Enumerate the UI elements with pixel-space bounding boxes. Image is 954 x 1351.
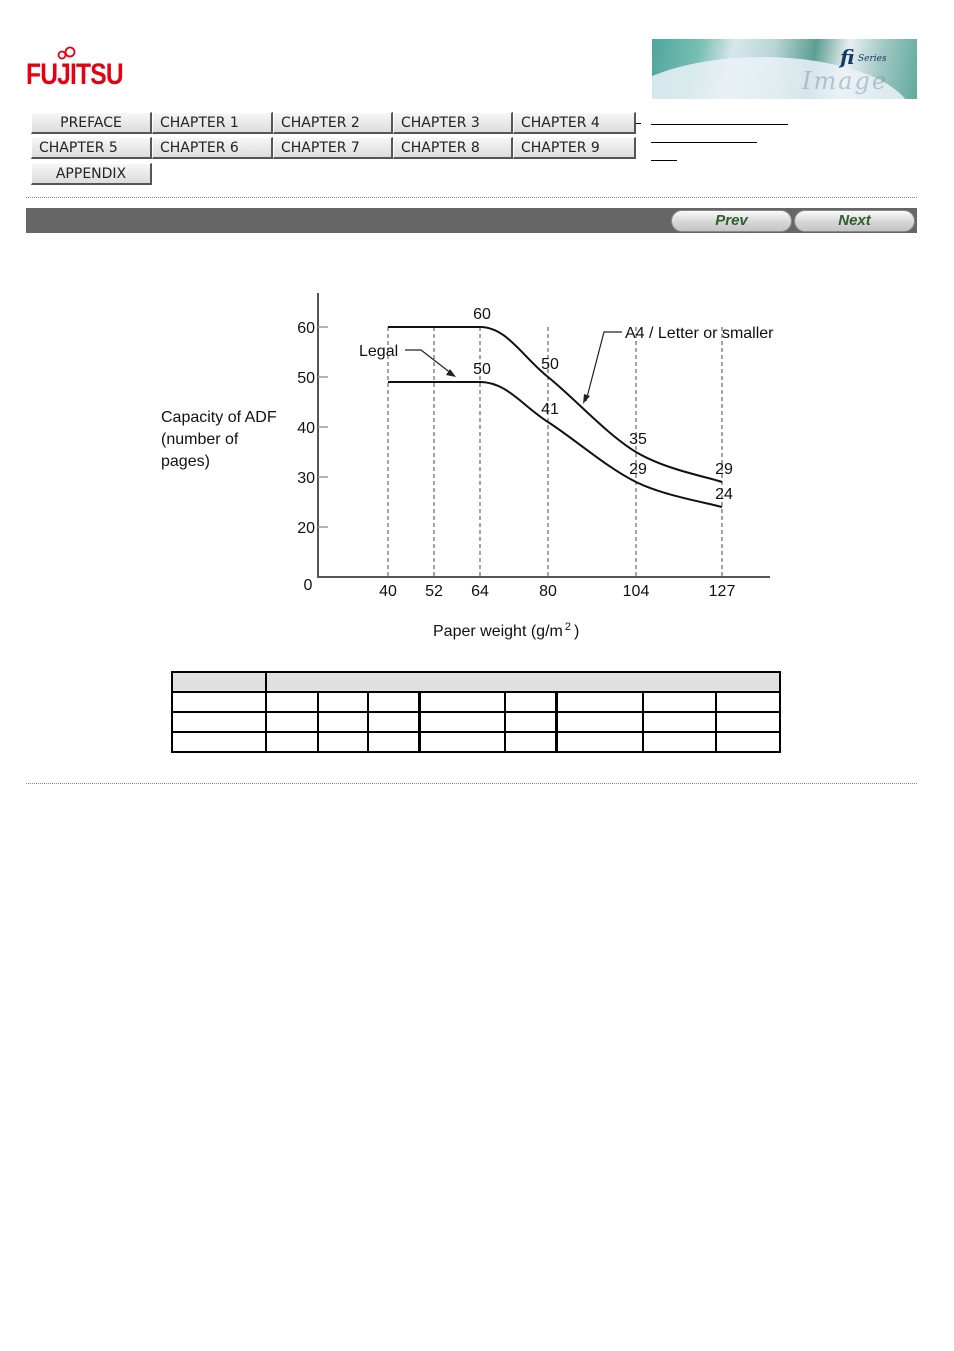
header-divider	[26, 197, 917, 198]
banner-faint-text: Image Scanner	[802, 67, 915, 99]
table-cell	[504, 731, 558, 753]
x-axis-label-text: Paper weight (g/m	[433, 623, 563, 640]
fujitsu-logo[interactable]: FUJITSU	[26, 44, 124, 94]
table-cell	[715, 691, 781, 713]
banner-fi-text: fi	[840, 45, 855, 69]
nav-chapter-5[interactable]: CHAPTER 5	[31, 137, 152, 159]
x-ticks: 40 52 64 80 104 127	[379, 583, 735, 600]
nav-chapter-3[interactable]: CHAPTER 3	[393, 112, 513, 134]
y-axis-label-line-1: Capacity of ADF	[161, 409, 277, 426]
y-tick-label: 50	[297, 370, 315, 387]
table-cell	[715, 731, 781, 753]
data-label: 24	[715, 486, 733, 503]
legend-a4-letter: A4 / Letter or smaller	[625, 325, 774, 342]
data-label: 50	[541, 356, 559, 373]
data-label: 41	[541, 401, 559, 418]
table-row	[171, 731, 781, 753]
nav-chapter-4[interactable]: CHAPTER 4	[513, 112, 636, 134]
table-cell	[642, 711, 717, 733]
y-tick-label: 20	[297, 520, 315, 537]
y-tick-label: 0	[304, 577, 313, 594]
nav-preface[interactable]: PREFACE	[31, 112, 152, 134]
table-row	[171, 691, 781, 713]
data-label: 50	[473, 361, 491, 378]
nav-chapter-8[interactable]: CHAPTER 8	[393, 137, 513, 159]
y-axis-label-line-2: (number of	[161, 431, 239, 448]
x-tick-label: 104	[623, 583, 650, 600]
table-cell	[418, 691, 506, 713]
table-cell	[367, 691, 421, 713]
table-cell	[317, 691, 369, 713]
spec-table	[171, 671, 781, 753]
legend-legal: Legal	[359, 343, 398, 360]
top-link-3[interactable]	[651, 160, 677, 161]
table-cell	[171, 691, 267, 713]
logo-text: FUJITSU	[26, 58, 124, 91]
x-tick-label: 127	[709, 583, 736, 600]
table-header-row	[171, 671, 781, 693]
table-cell	[642, 731, 717, 753]
table-cell	[504, 711, 558, 733]
nav-appendix[interactable]: APPENDIX	[31, 163, 152, 185]
next-button[interactable]: Next	[794, 210, 915, 232]
x-axis-label-close: )	[574, 623, 579, 640]
data-label: 29	[715, 461, 733, 478]
x-tick-label: 52	[425, 583, 443, 600]
x-tick-label: 40	[379, 583, 397, 600]
x-axis-label: Paper weight (g/m 2)	[433, 621, 579, 640]
table-cell	[715, 711, 781, 733]
table-cell	[555, 691, 644, 713]
table-cell	[555, 711, 644, 733]
y-axis-label-line-3: pages)	[161, 453, 210, 470]
banner-series-text: Series	[858, 54, 887, 64]
table-cell	[265, 691, 319, 713]
table-cell	[555, 731, 644, 753]
table-cell	[418, 731, 506, 753]
y-tick-label: 60	[297, 320, 315, 337]
top-link-1[interactable]	[651, 124, 788, 125]
x-axis-label-sup: 2	[565, 621, 571, 633]
table-header-cell	[265, 671, 781, 693]
adf-capacity-chart: 0 20 30 40 50 60 40 52 64 80 104 127 60 50 35 29 50 41 2…	[161, 293, 774, 640]
table-row	[171, 711, 781, 733]
link-bullet	[636, 123, 641, 124]
table-cell	[265, 731, 319, 753]
legend-a4-leader-line	[585, 331, 622, 402]
nav-chapter-2[interactable]: CHAPTER 2	[273, 112, 393, 134]
x-tick-label: 64	[471, 583, 489, 600]
table-cell	[504, 691, 558, 713]
y-ticks: 0 20 30 40 50 60	[297, 320, 328, 594]
nav-chapter-1[interactable]: CHAPTER 1	[152, 112, 273, 134]
table-cell	[265, 711, 319, 733]
data-label: 35	[629, 431, 647, 448]
table-cell	[367, 711, 421, 733]
fi-series-banner: Image Scanner fi Series	[652, 39, 917, 99]
nav-chapter-9[interactable]: CHAPTER 9	[513, 137, 636, 159]
table-cell	[171, 711, 267, 733]
nav-chapter-6[interactable]: CHAPTER 6	[152, 137, 273, 159]
nav-chapter-7[interactable]: CHAPTER 7	[273, 137, 393, 159]
table-cell	[317, 731, 369, 753]
legend-a4-arrowhead	[583, 394, 590, 404]
top-link-2[interactable]	[651, 142, 757, 143]
table-header-cell	[171, 671, 267, 693]
table-cell	[171, 731, 267, 753]
legend-legal-leader-line	[405, 349, 453, 375]
y-tick-label: 40	[297, 420, 315, 437]
footer-divider	[26, 783, 917, 784]
table-cell	[642, 691, 717, 713]
table-cell	[418, 711, 506, 733]
table-cell	[367, 731, 421, 753]
prev-button[interactable]: Prev	[671, 210, 792, 232]
data-label: 29	[629, 461, 647, 478]
y-tick-label: 30	[297, 470, 315, 487]
x-tick-label: 80	[539, 583, 557, 600]
table-cell	[317, 711, 369, 733]
data-label: 60	[473, 306, 491, 323]
